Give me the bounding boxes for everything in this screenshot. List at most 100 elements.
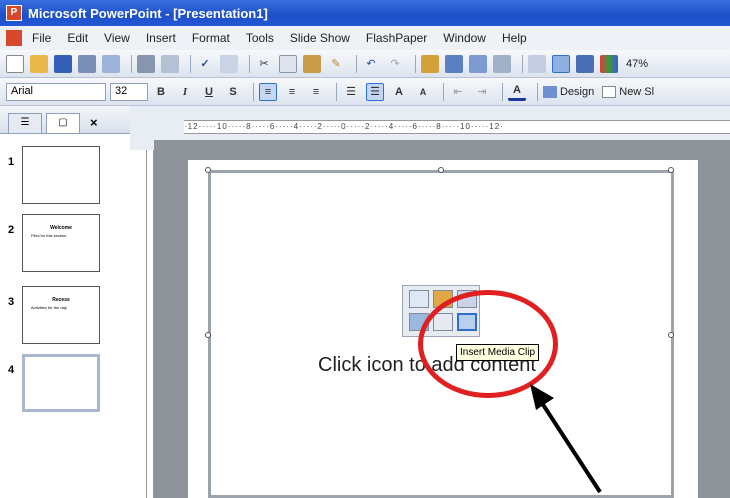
design-label: Design [560,85,595,98]
show-formatting-icon[interactable] [552,54,570,73]
standard-toolbar: ✓ ✂ ✎ ↶ ↷ 47% [0,50,730,78]
shadow-button[interactable]: S [224,83,242,101]
new-icon[interactable] [6,54,24,73]
increase-indent-icon[interactable]: ⇥ [473,83,491,101]
font-color-icon[interactable]: A [508,83,526,101]
resize-handle[interactable] [438,167,444,173]
zoom-value[interactable]: 47% [626,58,648,70]
spelling-icon[interactable]: ✓ [196,55,214,73]
menu-slide-show[interactable]: Slide Show [290,31,350,45]
pointer-arrow [530,384,602,494]
menu-help[interactable]: Help [502,31,527,45]
resize-handle[interactable] [205,332,211,338]
design-button[interactable]: Design [543,85,595,98]
insert-hyperlink-icon[interactable] [493,54,511,73]
thumb-title: Welcome [50,225,72,231]
insert-table-icon[interactable] [445,54,463,73]
email-icon[interactable] [102,54,120,73]
format-painter-icon[interactable]: ✎ [327,55,345,73]
menu-format[interactable]: Format [192,31,230,45]
thumb-subtitle: Activities for the day [31,305,67,310]
menu-window[interactable]: Window [443,31,486,45]
decrease-font-icon[interactable]: A [414,83,432,101]
document-icon[interactable] [6,30,22,46]
separator [253,82,254,101]
redo-icon[interactable]: ↷ [386,55,404,73]
design-icon [543,85,557,98]
resize-handle[interactable] [668,167,674,173]
close-icon[interactable]: × [90,115,98,130]
menu-insert[interactable]: Insert [146,31,176,45]
new-slide-label: New Sl [619,85,655,98]
title-bar: P Microsoft PowerPoint - [Presentation1] [0,0,730,26]
menu-view[interactable]: View [104,31,130,45]
increase-font-icon[interactable]: A [390,83,408,101]
resize-handle[interactable] [668,332,674,338]
research-icon[interactable] [220,54,238,73]
resize-handle[interactable] [205,167,211,173]
slide-number: 4 [7,364,15,376]
numbering-icon[interactable]: ☰ [342,83,360,101]
separator [502,82,503,101]
separator [190,54,191,73]
separator [249,54,250,73]
slides-pane: ☰ ▢ × 1 2 Welcome Files for this section… [0,106,130,498]
menu-edit[interactable]: Edit [67,31,88,45]
menu-flashpaper[interactable]: FlashPaper [366,31,427,45]
formatting-toolbar: Arial 32 B I U S ≡ ≡ ≡ ☰ ☰ A A ⇤ ⇥ A Des… [0,78,730,106]
color-grayscale-icon[interactable] [600,54,618,73]
slide-thumbnail-selected[interactable] [22,354,100,412]
menu-file[interactable]: File [32,31,51,45]
undo-icon[interactable]: ↶ [362,55,380,73]
grid-icon[interactable] [576,54,594,73]
menu-bar: File Edit View Insert Format Tools Slide… [0,26,730,50]
paste-icon[interactable] [303,54,321,73]
permission-icon[interactable] [78,54,96,73]
font-size-select[interactable]: 32 [110,82,148,101]
slide-number: 3 [7,296,15,308]
separator [356,54,357,73]
tables-borders-icon[interactable] [469,54,487,73]
thumb-title: Recess [52,297,70,303]
italic-button[interactable]: I [176,83,194,101]
thumb-subtitle: Files for this section [31,233,67,238]
tooltip: Insert Media Clip [456,344,540,361]
slide-thumbnail[interactable] [22,146,100,204]
separator [443,82,444,101]
align-right-icon[interactable]: ≡ [307,83,325,101]
decrease-indent-icon[interactable]: ⇤ [449,83,467,101]
new-slide-button[interactable]: New Sl [602,85,655,98]
new-slide-icon [602,85,617,98]
separator [336,82,337,101]
insert-table-icon[interactable] [409,290,429,308]
open-icon[interactable] [30,54,48,73]
separator [537,82,538,101]
window-title: Microsoft PowerPoint - [Presentation1] [28,5,268,21]
copy-icon[interactable] [279,54,297,73]
underline-button[interactable]: U [200,83,218,101]
slide-thumbnail[interactable]: Recess Activities for the day [22,286,100,344]
expand-all-icon[interactable] [528,54,546,73]
ruler-line [146,150,147,498]
horizontal-ruler: ·12·····10·····8·····6·····4·····2·····0… [184,120,730,134]
tab-outline[interactable]: ☰ [8,113,42,133]
slide-thumbnail[interactable]: Welcome Files for this section [22,214,100,272]
separator [131,54,132,73]
save-icon[interactable] [54,54,72,73]
separator [415,54,416,73]
bold-button[interactable]: B [152,83,170,101]
slide-thumbnail-row: 3 Recess Activities for the day [0,286,100,344]
insert-chart-icon[interactable] [421,54,439,73]
powerpoint-app-icon[interactable]: P [6,5,22,21]
slide-thumbnail-row: 2 Welcome Files for this section [0,214,100,272]
font-name-select[interactable]: Arial [6,82,106,101]
bullets-icon[interactable]: ☰ [366,82,384,101]
cut-icon[interactable]: ✂ [255,55,273,73]
vertical-ruler [130,150,154,498]
tab-slides[interactable]: ▢ [46,113,80,133]
print-icon[interactable] [137,54,155,73]
align-center-icon[interactable]: ≡ [283,83,301,101]
align-left-icon[interactable]: ≡ [259,82,277,101]
print-preview-icon[interactable] [161,54,179,73]
menu-tools[interactable]: Tools [246,31,274,45]
